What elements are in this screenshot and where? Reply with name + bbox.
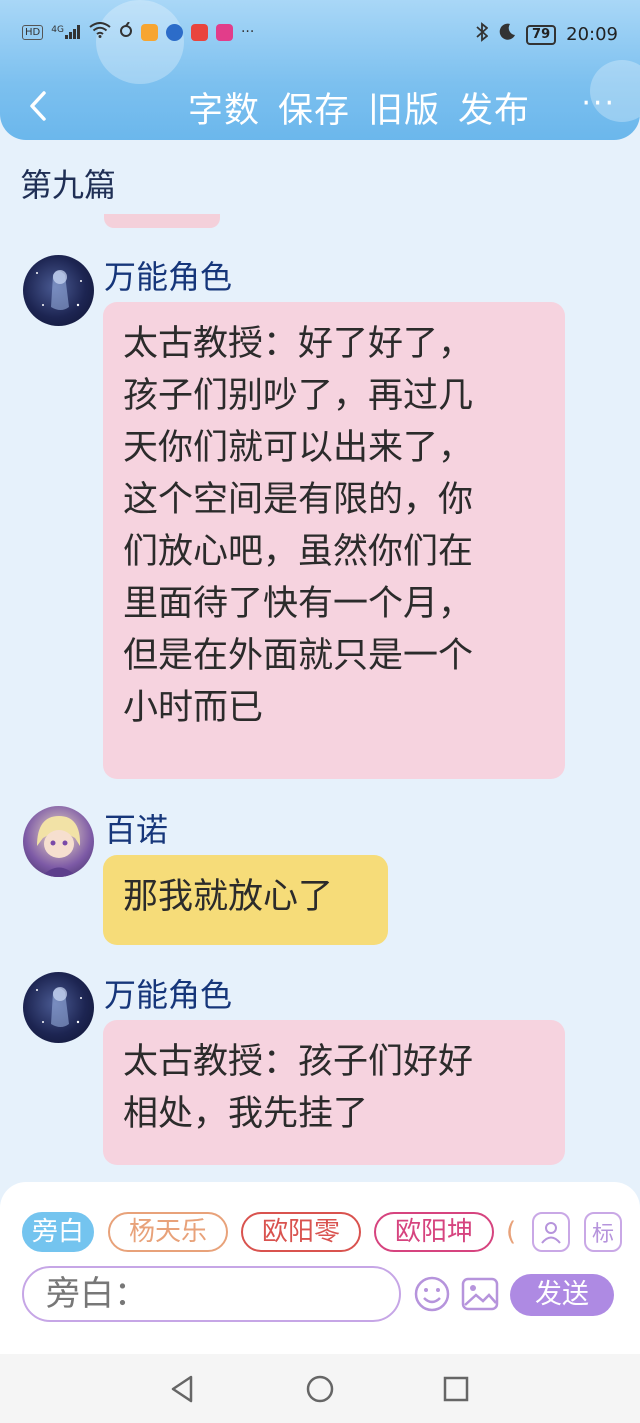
word-count-button[interactable]: 字数 <box>188 82 260 133</box>
avatar[interactable] <box>23 972 94 1043</box>
nav-back-button[interactable] <box>165 1372 199 1406</box>
message-bubble[interactable]: 太古教授：好了好了， 孩子们别吵了，再过几 天你们就可以出来了， 这个空间是有限… <box>103 302 565 779</box>
status-right-icons: 79 20:09 <box>476 22 618 47</box>
previous-message-bubble-edge <box>104 214 220 228</box>
app-header: HD 4G ··· 79 20:09 字数 保存 旧版 发布 ··· <box>0 0 640 140</box>
role-chip-yang-tianle[interactable]: 杨天乐 <box>108 1212 228 1252</box>
contact-card-button[interactable] <box>532 1212 570 1252</box>
save-button[interactable]: 保存 <box>278 82 350 133</box>
network-type: 4G <box>51 25 64 35</box>
toolbar-actions: 字数 保存 旧版 发布 <box>188 82 530 133</box>
system-navigation-bar <box>0 1354 640 1423</box>
clock: 20:09 <box>566 24 618 45</box>
avatar[interactable] <box>23 806 94 877</box>
message-line: 们放心吧，虽然你们在 <box>123 532 474 572</box>
message-line: 太古教授：孩子们好好 <box>123 1042 474 1082</box>
role-chip-narrator[interactable]: 旁白 <box>22 1212 94 1252</box>
message-bubble[interactable]: 太古教授：孩子们好好 相处，我先挂了 <box>103 1020 565 1165</box>
do-not-disturb-moon-icon <box>498 23 516 46</box>
galaxy-girl-avatar-icon <box>36 270 82 310</box>
sender-name: 万能角色 <box>104 258 233 296</box>
message-line: 天你们就可以出来了， <box>123 428 474 468</box>
nav-home-button[interactable] <box>303 1372 337 1406</box>
image-icon <box>461 1277 499 1311</box>
sender-name: 百诺 <box>104 811 169 849</box>
status-bar: HD 4G ··· 79 20:09 <box>0 0 640 70</box>
message-bubble[interactable]: 那我就放心了 <box>103 855 388 945</box>
emoji-button[interactable] <box>412 1274 452 1314</box>
nav-recents-button[interactable] <box>439 1372 473 1406</box>
tag-icon: 标 <box>591 1222 614 1247</box>
signal-icon: 4G <box>51 25 81 39</box>
message-input[interactable] <box>22 1266 401 1322</box>
input-row: 发送 <box>22 1266 622 1322</box>
publish-button[interactable]: 发布 <box>458 82 530 133</box>
app-notification-icon <box>119 21 133 42</box>
old-version-button[interactable]: 旧版 <box>368 82 440 133</box>
status-left-icons: HD 4G ··· <box>22 21 255 42</box>
back-triangle-icon <box>171 1375 193 1403</box>
message-line: 小时而已 <box>123 688 264 728</box>
app-notification-icon <box>140 23 158 41</box>
battery-indicator: 79 <box>526 24 557 45</box>
role-chip-ouyang-ling[interactable]: 欧阳零 <box>241 1212 361 1252</box>
message-line: 太古教授：好了好了， <box>123 324 474 364</box>
more-options-button[interactable]: ··· <box>581 86 616 121</box>
app-notification-icon <box>215 23 233 41</box>
more-notifications-indicator: ··· <box>240 24 255 40</box>
role-chip-overflow[interactable]: ( <box>506 1212 516 1252</box>
anime-girl-avatar-icon <box>37 816 81 877</box>
bluetooth-icon <box>476 22 489 47</box>
role-chip-ouyang-kun[interactable]: 欧阳坤 <box>374 1212 494 1252</box>
app-notification-icon <box>165 23 183 41</box>
chevron-left-icon <box>30 91 46 121</box>
avatar[interactable] <box>23 255 94 326</box>
contact-card-icon <box>541 1222 561 1244</box>
message-line: 孩子们别吵了，再过几 <box>123 376 474 416</box>
composer-panel: 旁白 杨天乐 欧阳零 欧阳坤 ( 标 发送 <box>0 1182 640 1354</box>
sender-name: 万能角色 <box>104 976 233 1014</box>
recents-square-icon <box>443 1376 469 1402</box>
wifi-icon <box>89 22 111 42</box>
message-line: 但是在外面就只是一个 <box>123 636 474 676</box>
battery-level: 79 <box>532 27 551 42</box>
message-line: 相处，我先挂了 <box>123 1094 369 1134</box>
galaxy-girl-avatar-icon <box>36 987 82 1027</box>
home-circle-icon <box>306 1375 334 1403</box>
app-notification-icon <box>190 23 208 41</box>
image-button[interactable] <box>460 1274 500 1314</box>
chapter-title: 第九篇 <box>20 166 117 204</box>
emoji-icon <box>414 1276 450 1312</box>
back-button[interactable] <box>20 84 56 128</box>
editor-toolbar: 字数 保存 旧版 发布 ··· <box>0 78 640 134</box>
message-line: 那我就放心了 <box>123 877 334 917</box>
message-line: 里面待了快有一个月， <box>123 584 474 624</box>
tag-button[interactable]: 标 <box>584 1212 622 1252</box>
role-selector: 旁白 杨天乐 欧阳零 欧阳坤 ( 标 <box>22 1212 622 1252</box>
message-line: 这个空间是有限的，你 <box>123 480 474 520</box>
send-button[interactable]: 发送 <box>510 1274 614 1316</box>
hd-indicator: HD <box>22 24 44 40</box>
